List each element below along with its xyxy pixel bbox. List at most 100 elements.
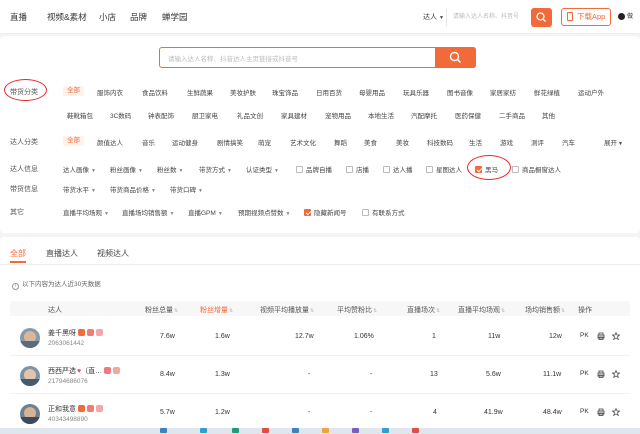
talent-category-item[interactable]: 科技数码 [427,137,453,147]
fan-count-dropdown[interactable]: 粉丝数 ▼ [157,164,183,174]
pk-button[interactable]: PK [580,370,589,377]
talent-category-item[interactable]: 萌宠 [258,137,271,147]
category-item[interactable]: 家居家纺 [490,87,516,97]
category-item[interactable]: 本地生活 [368,110,394,120]
category-item[interactable]: 3C数码 [110,110,131,120]
pk-button[interactable]: PK [580,332,589,339]
taskbar-app-icon[interactable] [322,428,329,433]
category-item[interactable]: 医药保健 [455,110,481,120]
talent-category-item[interactable]: 艺术文化 [290,137,316,147]
category-item[interactable]: 美妆护肤 [230,87,256,97]
category-item[interactable]: 食品饮料 [142,87,168,97]
avg-sales-dropdown[interactable]: 直播场均销售额 ▼ [122,207,174,217]
live-gpm-dropdown[interactable]: 直播GPM ▼ [188,207,223,217]
fan-portrait-dropdown[interactable]: 粉丝画像 ▼ [110,164,143,174]
col-like-ratio[interactable]: 平均赞粉比⇅ [337,305,377,315]
download-app-button[interactable]: 下载App [561,8,611,26]
talent-category-item[interactable]: 汽车 [562,137,575,147]
category-item[interactable]: 家具建材 [281,110,307,120]
talent-category-item[interactable]: 游戏 [500,137,513,147]
star-icon[interactable] [612,408,620,416]
category-item[interactable]: 其他 [542,110,555,120]
taskbar-app-icon[interactable] [262,428,269,433]
hide-news-checkbox[interactable]: 隐藏新闻号 [304,207,347,217]
tab-all[interactable]: 全部 [10,248,26,259]
col-fans[interactable]: 粉丝总量⇅ [145,305,178,315]
avatar[interactable] [20,366,40,386]
pk-button[interactable]: PK [580,408,589,415]
talent-category-item[interactable]: 运动健身 [172,137,198,147]
category-item[interactable]: 宠物用品 [325,110,351,120]
category-item[interactable]: 珠宝饰品 [272,87,298,97]
avatar[interactable] [20,404,40,424]
start-icon[interactable] [160,428,167,433]
table-row[interactable]: 姜千黑呀 2063061442 7.6w 1.6w 12.7w 1.06% 1 … [10,320,630,356]
talent-category-item[interactable]: 音乐 [142,137,155,147]
sales-level-dropdown[interactable]: 带货水平 ▼ [63,184,96,194]
talent-name[interactable]: 西西严选♥（直… [48,366,121,376]
has-contact-checkbox[interactable]: 有联系方式 [362,207,405,217]
category-item[interactable]: 日用百货 [316,87,342,97]
category-item[interactable]: 生鲜蔬果 [187,87,213,97]
print-icon[interactable] [597,370,605,378]
top-search-button[interactable] [531,8,552,27]
category-all[interactable]: 全部 [63,86,84,96]
goods-price-dropdown[interactable]: 带货商品价格 ▼ [110,184,156,194]
col-growth[interactable]: 粉丝增量⇅ [200,305,233,315]
print-icon[interactable] [597,408,605,416]
top-search-input[interactable]: 请输入达人名称、抖音号 [449,9,531,26]
star-icon[interactable] [612,370,620,378]
nav-brand[interactable]: 品牌 [130,11,147,23]
talent-category-item[interactable]: 颜值达人 [97,137,123,147]
category-item[interactable]: 鲜花绿植 [534,87,560,97]
taskbar-app-icon[interactable] [232,428,239,433]
category-item[interactable]: 运动户外 [578,87,604,97]
col-live-count[interactable]: 直播场次⇅ [407,305,440,315]
category-item[interactable]: 鞋靴箱包 [67,110,93,120]
talent-name[interactable]: 正和我意 [48,404,103,414]
star-talent-checkbox[interactable]: 星图达人 [426,164,462,174]
category-item[interactable]: 厨卫家电 [192,110,218,120]
main-search-button[interactable] [435,47,476,68]
brand-live-checkbox[interactable]: 品牌自播 [296,164,332,174]
main-search-input[interactable]: 请输入达人名称、抖音达人主页链接或抖音号 [159,47,476,68]
nav-video-material[interactable]: 视频&素材 [47,11,87,23]
talent-name[interactable]: 姜千黑呀 [48,328,103,338]
category-item[interactable]: 服饰内衣 [97,87,123,97]
tab-video-talent[interactable]: 视频达人 [97,248,129,259]
taskbar-app-icon[interactable] [412,428,419,433]
talent-portrait-dropdown[interactable]: 达人画像 ▼ [63,164,96,174]
talent-category-item[interactable]: 美妆 [396,137,409,147]
category-item[interactable]: 钟表配饰 [148,110,174,120]
cert-type-dropdown[interactable]: 认证类型 ▼ [246,164,279,174]
category-item[interactable]: 二手商品 [499,110,525,120]
search-type-select[interactable]: 达人 ▼ [423,9,447,26]
category-item[interactable]: 礼品文创 [237,110,263,120]
col-avg-view[interactable]: 直播平均场观⇅ [458,305,505,315]
col-avg-sales[interactable]: 场均销售额⇅ [525,305,565,315]
user-menu[interactable]: 做 [618,11,633,20]
talent-category-item[interactable]: 测评 [531,137,544,147]
taskbar-app-icon[interactable] [292,428,299,433]
table-row[interactable]: 正和我意 40343498890 5.7w 1.2w - - 4 41.9w 4… [10,396,630,432]
nav-academy[interactable]: 蝉学园 [162,11,188,23]
taskbar-app-icon[interactable] [200,428,207,433]
talent-category-item[interactable]: 美食 [364,137,377,147]
taskbar-app-icon[interactable] [352,428,359,433]
col-avg-play[interactable]: 视频平均播放量⇅ [260,305,314,315]
table-row[interactable]: 西西严选♥（直… 21794686076 8.4w 1.3w - - 13 5.… [10,358,630,394]
print-icon[interactable] [597,332,605,340]
tab-live-talent[interactable]: 直播达人 [46,248,78,259]
avatar[interactable] [20,328,40,348]
talent-category-item[interactable]: 生活 [469,137,482,147]
store-live-checkbox[interactable]: 店播 [346,164,369,174]
talent-category-all[interactable]: 全部 [63,136,84,146]
star-icon[interactable] [612,332,620,340]
expected-likes-dropdown[interactable]: 预期视频点赞数 ▼ [238,207,290,217]
expand-toggle[interactable]: 展开▼ [604,137,623,147]
reputation-dropdown[interactable]: 带货口碑 ▼ [170,184,203,194]
nav-shop[interactable]: 小店 [99,11,116,23]
category-item[interactable]: 玩具乐器 [403,87,429,97]
avg-views-dropdown[interactable]: 直播平均场观 ▼ [63,207,109,217]
category-item[interactable]: 汽配摩托 [411,110,437,120]
